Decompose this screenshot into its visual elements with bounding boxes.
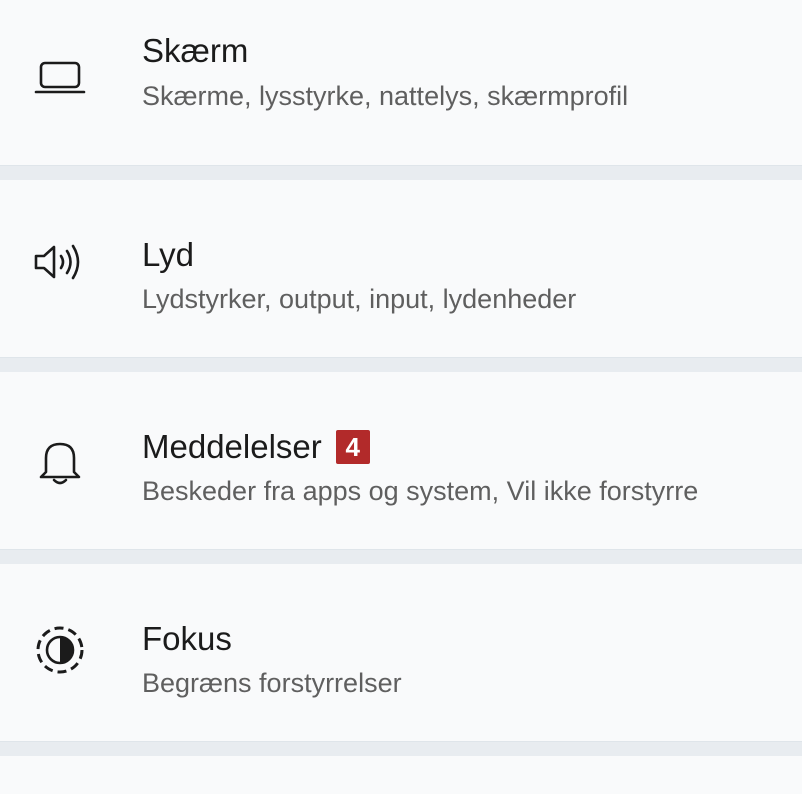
- settings-list: Skærm Skærme, lysstyrke, nattelys, skærm…: [0, 0, 802, 794]
- bell-icon: [28, 430, 92, 494]
- item-title: Meddelelser 4: [142, 428, 370, 466]
- item-subtitle: Lydstyrker, output, input, lydenheder: [142, 284, 577, 314]
- focus-icon: [28, 618, 92, 682]
- item-title: Fokus: [142, 620, 232, 657]
- item-title-text: Meddelelser: [142, 428, 322, 465]
- item-subtitle: Beskeder fra apps og system, Vil ikke fo…: [142, 476, 699, 506]
- display-icon: [28, 44, 92, 108]
- settings-item-partial[interactable]: [0, 756, 802, 794]
- settings-item-skaerm[interactable]: Skærm Skærme, lysstyrke, nattelys, skærm…: [0, 0, 802, 166]
- notification-count-badge: 4: [335, 430, 370, 464]
- item-title: Lyd: [142, 236, 194, 273]
- item-subtitle: Skærme, lysstyrke, nattelys, skærmprofil: [142, 81, 629, 111]
- settings-item-lyd[interactable]: Lyd Lydstyrker, output, input, lydenhede…: [0, 180, 802, 358]
- settings-item-fokus[interactable]: Fokus Begræns forstyrrelser: [0, 564, 802, 742]
- settings-item-meddelelser[interactable]: Meddelelser 4 Beskeder fra apps og syste…: [0, 372, 802, 550]
- item-title: Skærm: [142, 32, 249, 69]
- speaker-icon: [28, 230, 92, 294]
- item-subtitle: Begræns forstyrrelser: [142, 668, 402, 698]
